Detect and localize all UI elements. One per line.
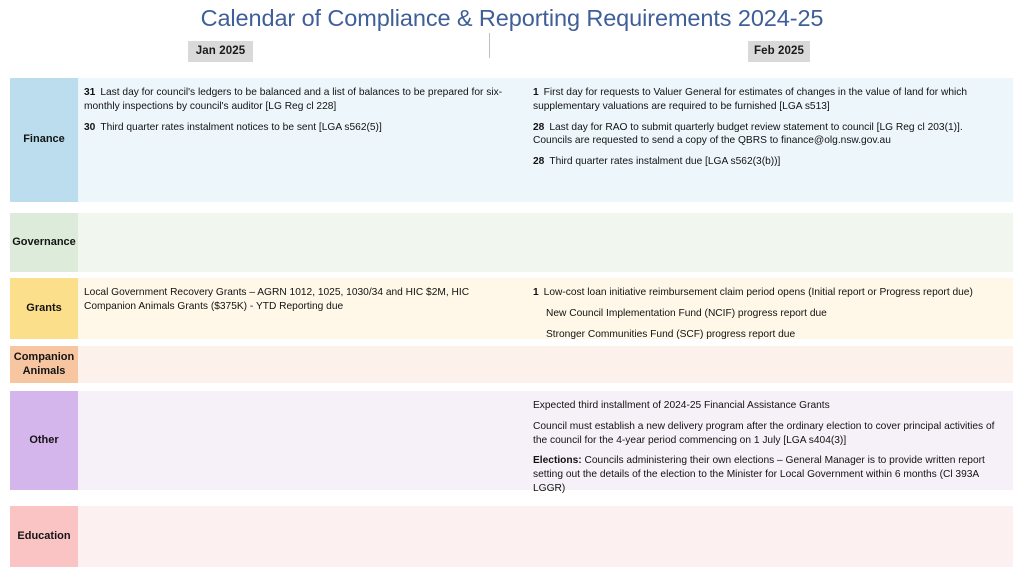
calendar-row-other: Other Expected third installment of 2024…	[10, 391, 1013, 494]
entry-text: Last day for council's ledgers to be bal…	[84, 87, 503, 112]
row-body-finance: 31 Last day for council's ledgers to be b…	[78, 78, 1013, 202]
cell-grants-feb: 1 Low-cost loan initiative reimbursement …	[525, 278, 1013, 342]
entry-day: 28	[533, 156, 545, 168]
entry-text: Last day for RAO to submit quarterly bud…	[533, 121, 963, 147]
row-label-other: Other	[10, 391, 78, 490]
row-body-governance	[78, 213, 1013, 272]
column-divider	[489, 33, 490, 58]
row-body-other: Expected third installment of 2024-25 Fi…	[78, 391, 1013, 494]
calendar-row-companion-animals: Companion Animals	[10, 346, 1013, 383]
row-label-education: Education	[10, 506, 78, 567]
calendar-entry: Expected third installment of 2024-25 Fi…	[533, 399, 1001, 413]
calendar-entry: Elections: Councils administering their …	[533, 454, 1001, 495]
calendar-entry: New Council Implementation Fund (NCIF) p…	[546, 307, 1001, 321]
entry-text: Low-cost loan initiative reimbursement c…	[543, 287, 973, 298]
cell-education-feb	[525, 506, 1013, 567]
calendar-entry: Stronger Communities Fund (SCF) progress…	[546, 328, 1001, 342]
calendar-entry: 30 Third quarter rates instalment notices…	[84, 121, 515, 135]
row-label-grants: Grants	[10, 278, 78, 339]
entry-day: 28	[533, 121, 545, 133]
cell-governance-jan	[78, 213, 525, 272]
cell-companion-animals-jan	[78, 346, 525, 383]
calendar-row-finance: Finance 31 Last day for council's ledgers…	[10, 78, 1013, 202]
cell-other-feb: Expected third installment of 2024-25 Fi…	[525, 391, 1013, 494]
cell-finance-feb: 1 First day for requests to Valuer Genera…	[525, 78, 1013, 202]
row-body-grants: Local Government Recovery Grants – AGRN …	[78, 278, 1013, 342]
entry-day: 1	[533, 87, 539, 98]
cell-education-jan	[78, 506, 525, 567]
cell-other-jan	[78, 391, 525, 490]
month-header-jan: Jan 2025	[188, 41, 253, 62]
calendar-entry: 31 Last day for council's ledgers to be b…	[84, 86, 515, 114]
calendar-row-governance: Governance	[10, 213, 1013, 272]
calendar-entry: 1 First day for requests to Valuer Genera…	[533, 86, 1001, 114]
calendar-row-grants: Grants Local Government Recovery Grants …	[10, 278, 1013, 342]
row-body-education	[78, 506, 1013, 567]
entry-text: Third quarter rates instalment due [LGA …	[549, 156, 781, 168]
entry-text: Stronger Communities Fund (SCF) progress…	[546, 328, 796, 340]
cell-finance-jan: 31 Last day for council's ledgers to be b…	[78, 78, 525, 202]
entry-text: Council must establish a new delivery pr…	[533, 420, 995, 446]
cell-companion-animals-feb	[525, 346, 1013, 383]
cell-governance-feb	[525, 213, 1013, 272]
page-title: Calendar of Compliance & Reporting Requi…	[200, 5, 824, 31]
cell-grants-jan: Local Government Recovery Grants – AGRN …	[78, 278, 525, 339]
entry-text: New Council Implementation Fund (NCIF) p…	[546, 307, 827, 319]
row-body-companion-animals	[78, 346, 1013, 383]
entry-text: Councils administering their own electio…	[533, 455, 985, 494]
entry-day: 31	[84, 87, 96, 98]
calendar-entry: Local Government Recovery Grants – AGRN …	[84, 286, 515, 314]
entry-text: Expected third installment of 2024-25 Fi…	[533, 400, 830, 411]
entry-day: 1	[533, 287, 539, 298]
row-label-finance: Finance	[10, 78, 78, 202]
calendar-entry: 28 Last day for RAO to submit quarterly b…	[533, 121, 1001, 149]
row-label-governance: Governance	[10, 213, 78, 272]
calendar-entry: 1 Low-cost loan initiative reimbursement …	[533, 286, 1001, 300]
entry-day: 30	[84, 121, 96, 133]
calendar-entry: Council must establish a new delivery pr…	[533, 420, 1001, 448]
month-header-feb: Feb 2025	[748, 41, 810, 62]
entry-text: Local Government Recovery Grants – AGRN …	[84, 287, 470, 312]
row-label-companion-animals: Companion Animals	[10, 346, 78, 383]
entry-text: First day for requests to Valuer General…	[533, 87, 968, 112]
entry-lead-label: Elections:	[533, 455, 582, 467]
entry-text: Third quarter rates instalment notices t…	[100, 121, 382, 133]
calendar-row-education: Education	[10, 506, 1013, 567]
calendar-entry: 28 Third quarter rates instalment due [LG…	[533, 155, 1001, 169]
